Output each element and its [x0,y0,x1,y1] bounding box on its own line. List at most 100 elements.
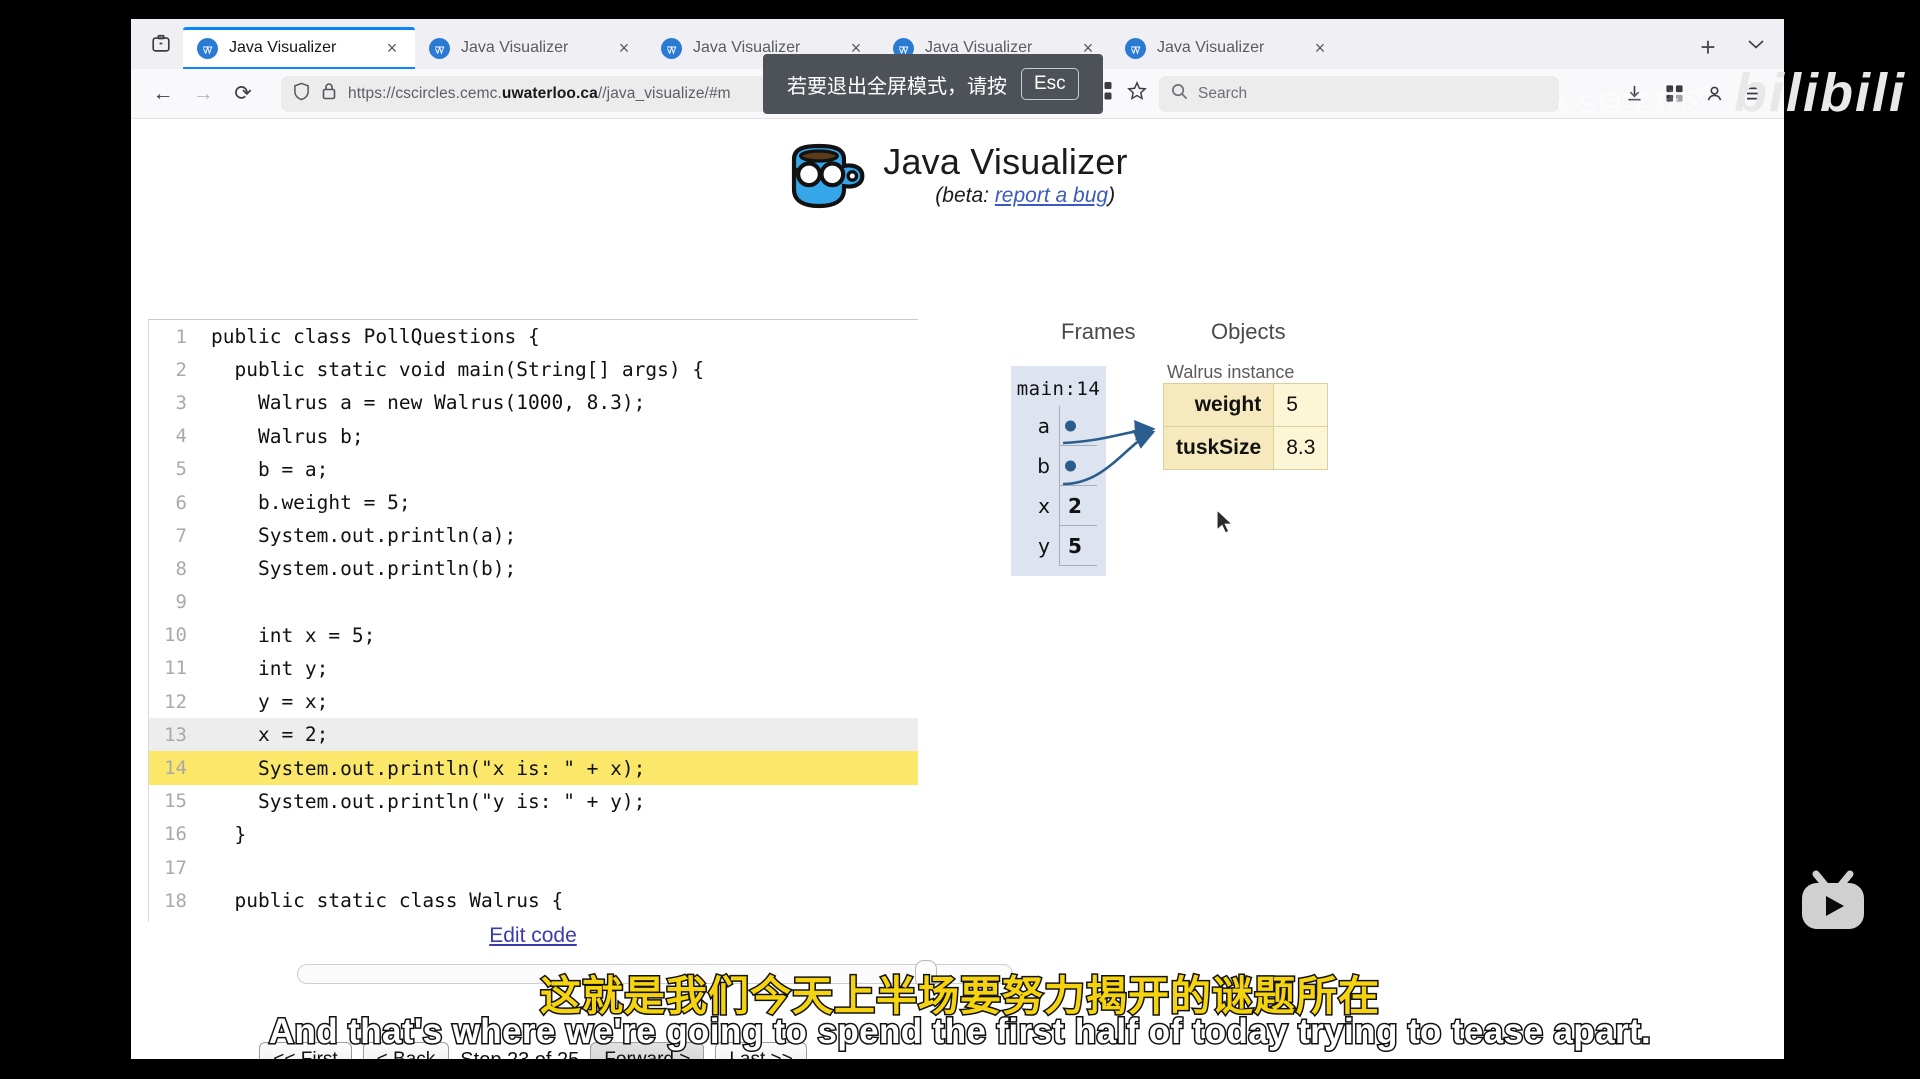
line-text: int y; [211,656,329,680]
code-line-4: 4 Walrus b; [149,420,918,453]
tab-close-icon[interactable]: × [379,35,405,61]
field-value: 8.3 [1273,426,1329,470]
page-title: Java Visualizer [883,141,1128,182]
objects-header: Objects [1211,319,1286,344]
line-number: 10 [164,624,187,647]
mouse-cursor [1216,508,1234,540]
bilibili-tv-icon [1794,868,1872,943]
line-number: 4 [175,425,187,448]
code-line-9: 9 [149,586,918,619]
firefox-view-icon[interactable] [139,19,183,69]
line-text: y = x; [211,690,329,714]
line-text: Walrus a = new Walrus(1000, 8.3); [211,391,646,415]
frame-variables: abx2y5 [1011,406,1106,566]
code-line-2: 2 public static void main(String[] args)… [149,353,918,386]
code-line-5: 5 b = a; [149,453,918,486]
line-text: b = a; [211,457,329,481]
esc-key-badge: Esc [1021,68,1079,100]
edit-code-row: Edit code [148,924,918,948]
code-line-12: 12 y = x; [149,685,918,718]
object-field-tuskSize: tuskSize 8.3 [1162,426,1329,470]
page-content: Java Visualizer (beta: report a bug) 1 pu… [131,119,1784,1059]
url-prefix: https://cscircles.cemc. [348,84,502,102]
variable-name: x [1038,494,1050,518]
wordpress-favicon-icon [1125,37,1146,59]
search-bar[interactable]: Search [1159,75,1559,112]
line-number: 2 [175,358,187,381]
variable-name: b [1037,454,1050,478]
line-number: 6 [175,491,187,514]
tab-title: Java Visualizer [461,39,569,56]
frame-title: main:14 [1016,378,1101,400]
frame-variable-y: y5 [1011,526,1106,566]
browser-tab-1[interactable]: Java Visualizer × [415,27,647,69]
line-number: 12 [164,690,187,713]
reload-button[interactable]: ⟳ [223,74,263,114]
screen: Java Visualizer × Java Visualizer × Java Vis… [0,0,1920,1079]
browser-tab-0[interactable]: Java Visualizer × [183,27,415,69]
code-line-7: 7 System.out.println(a); [149,519,918,552]
code-line-10: 10 int x = 5; [149,619,918,652]
fullscreen-exit-toast: 若要退出全屏模式，请按 Esc [763,54,1103,114]
line-number: 5 [175,458,187,481]
field-value: 5 [1273,383,1329,427]
stack-frame: main:14 abx2y5 [1011,366,1106,576]
tab-close-icon[interactable]: × [1307,35,1333,61]
tab-close-icon[interactable]: × [611,35,637,61]
line-text: System.out.println(a); [211,524,517,548]
object-field-weight: weight 5 [1162,383,1329,427]
code-line-8: 8 System.out.println(b); [149,552,918,585]
line-text: System.out.println("y is: " + y); [211,789,646,813]
cs-community-watermark: CS自学社区 [1557,89,1709,119]
search-placeholder: Search [1198,84,1248,102]
bilibili-watermark: bilibili [1734,63,1906,123]
subtitle-english: And that's where we're going to spend th… [267,1011,1652,1053]
report-a-bug-link[interactable]: report a bug [995,184,1108,207]
frames-header: Frames [1061,319,1136,344]
app-title-block: Java Visualizer (beta: report a bug) [883,144,1127,208]
visualization-panel: Frames Objects main:14 abx2y5 Walrus ins… [931,319,1771,739]
code-line-6: 6 b.weight = 5; [149,486,918,519]
browser-window: Java Visualizer × Java Visualizer × Java Vis… [131,19,1784,1059]
frame-variable-a: a [1011,406,1106,446]
code-line-14: 14 System.out.println("x is: " + x); [149,751,918,785]
line-number: 13 [164,723,187,746]
fullscreen-toast-message: 若要退出全屏模式，请按 [787,75,1007,98]
line-text: public static class Walrus { [211,889,564,913]
line-number: 1 [175,325,187,348]
object-label: Walrus instance [1167,362,1295,382]
bookmark-star-outline-icon[interactable] [1127,80,1147,106]
line-number: 11 [164,657,187,680]
variable-name: y [1038,534,1050,558]
line-text: } [211,822,247,846]
code-viewer[interactable]: 1 public class PollQuestions { 2 public st… [148,319,918,922]
back-button[interactable]: ← [143,74,183,114]
browser-tab-4[interactable]: Java Visualizer × [1111,27,1343,69]
java-visualizer-logo-icon [787,141,871,211]
line-text: public class PollQuestions { [211,325,540,349]
beta-note: (beta: report a bug) [883,184,1127,208]
new-tab-button[interactable]: + [1688,27,1728,67]
beta-suffix: ) [1108,184,1116,207]
line-number: 16 [164,823,187,846]
line-number: 18 [164,889,187,912]
line-number: 9 [175,591,187,614]
edit-code-link[interactable]: Edit code [489,924,577,947]
code-line-11: 11 int y; [149,652,918,685]
wordpress-favicon-icon [661,37,682,59]
variable-value [1059,406,1097,446]
line-text: Walrus b; [211,424,364,448]
line-number: 15 [164,790,187,813]
code-line-18: 18 public static class Walrus { [149,884,918,917]
code-line-17: 17 [149,851,918,884]
line-text: public static void main(String[] args) { [211,358,705,382]
tab-title: Java Visualizer [1157,39,1265,56]
shield-icon[interactable] [293,82,310,106]
forward-button[interactable]: → [183,74,223,114]
code-line-13: 13 x = 2; [149,718,918,752]
url-domain: uwaterloo.ca [501,84,598,102]
variable-name: a [1037,414,1050,438]
line-text: x = 2; [211,723,329,747]
lock-icon[interactable] [322,82,336,105]
wordpress-favicon-icon [429,37,450,59]
